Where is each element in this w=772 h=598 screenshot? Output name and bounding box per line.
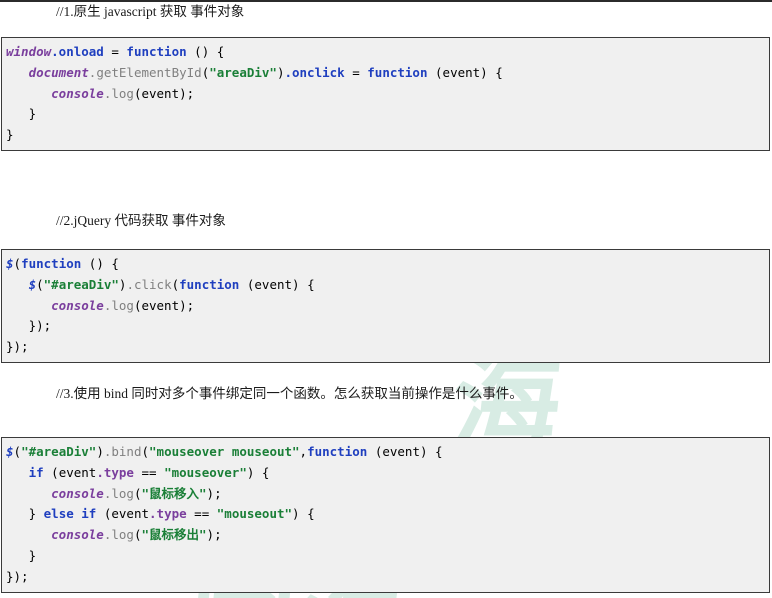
code-line: $(function () { xyxy=(2,254,769,275)
code-token: (event xyxy=(43,464,97,480)
page-top-rule xyxy=(0,0,772,2)
section-comment-2: //2.jQuery 代码获取 事件对象 xyxy=(56,213,226,228)
code-token: = xyxy=(344,64,368,80)
code-line: console.log(event); xyxy=(2,296,769,317)
code-line: } else if (event.type == "mouseout") { xyxy=(2,504,769,525)
code-token: document xyxy=(28,64,89,80)
code-block-native-javascript[interactable]: window.onload = function () { document.g… xyxy=(1,37,770,151)
code-token: "mouseover" xyxy=(164,464,247,480)
code-token: "鼠标移入" xyxy=(141,485,207,501)
code-token: .onload xyxy=(51,44,104,59)
code-token: .bind xyxy=(103,444,142,459)
code-token: ( xyxy=(36,276,44,292)
code-token: (event) { xyxy=(427,64,503,80)
code-token: .onclick xyxy=(284,64,345,80)
code-token: console xyxy=(51,527,104,543)
code-line: console.log(event); xyxy=(2,84,769,105)
code-token: }); xyxy=(6,568,29,584)
code-token: "#areaDiv" xyxy=(21,444,97,459)
section-comment-3: //3.使用 bind 同时对多个事件绑定同一个函数。怎么获取当前操作是什么事件… xyxy=(56,386,523,401)
code-token: .click xyxy=(126,276,172,292)
code-line: $("#areaDiv").click(function (event) { xyxy=(2,275,769,296)
code-token: == xyxy=(133,464,165,480)
code-token: .log xyxy=(103,85,134,101)
code-line: }); xyxy=(2,316,769,337)
code-token: $ xyxy=(6,256,14,271)
code-token: window xyxy=(6,44,52,59)
code-line: }); xyxy=(2,337,769,358)
code-line: document.getElementById("areaDiv").oncli… xyxy=(2,63,769,84)
code-token: ( xyxy=(141,444,150,459)
code-token: console xyxy=(51,485,104,501)
code-token: .log xyxy=(103,485,134,501)
code-token: function xyxy=(367,64,428,80)
code-token: function xyxy=(126,44,187,59)
code-block-jquery-click[interactable]: $(function () { $("#areaDiv").click(func… xyxy=(1,249,770,363)
code-line: console.log("鼠标移出"); xyxy=(2,525,769,546)
code-token: $ xyxy=(6,444,14,459)
code-token: $ xyxy=(28,276,37,292)
code-line: } xyxy=(2,546,769,567)
code-token: ) xyxy=(96,444,104,459)
code-token: else if xyxy=(43,506,97,522)
code-token: "鼠标移出" xyxy=(141,527,207,543)
code-token: console xyxy=(51,85,104,101)
code-token: == xyxy=(186,506,217,522)
code-token: function xyxy=(179,276,240,292)
code-token: function xyxy=(21,256,82,271)
code-token: ); xyxy=(206,527,222,543)
code-block-jquery-bind[interactable]: $("#areaDiv").bind("mouseover mouseout",… xyxy=(1,437,770,593)
code-token: , xyxy=(299,444,308,459)
code-token: () { xyxy=(186,44,225,59)
code-line: }); xyxy=(2,567,769,588)
code-token: } xyxy=(6,506,44,522)
code-token: if xyxy=(28,464,44,480)
code-token: ); xyxy=(206,485,222,501)
section-comment-1: //1.原生 javascript 获取 事件对象 xyxy=(56,4,245,19)
code-token: ( xyxy=(13,256,22,271)
code-line: } xyxy=(2,104,769,125)
code-token: (event) { xyxy=(367,444,443,459)
code-token: } xyxy=(6,547,37,563)
code-token: "areaDiv" xyxy=(209,64,277,80)
code-token: } xyxy=(6,106,37,122)
code-token: ( xyxy=(171,276,180,292)
code-token: console xyxy=(51,297,104,313)
code-token: ( xyxy=(13,444,22,459)
code-line: $("#areaDiv").bind("mouseover mouseout",… xyxy=(2,442,769,463)
code-token: .type xyxy=(96,464,134,480)
code-token: } xyxy=(6,127,14,143)
code-token: .type xyxy=(149,506,187,522)
code-token: "#areaDiv" xyxy=(43,276,119,292)
code-line: if (event.type == "mouseover") { xyxy=(2,463,769,484)
code-token: () { xyxy=(81,256,119,271)
code-line: } xyxy=(2,125,769,146)
code-token: (event xyxy=(96,506,150,522)
code-token: = xyxy=(103,44,127,59)
code-token: ) { xyxy=(292,506,315,522)
code-token: .getElementById xyxy=(88,64,202,80)
code-token: }); xyxy=(6,318,52,334)
code-token: }); xyxy=(6,339,29,355)
code-token: (event); xyxy=(133,297,195,313)
code-token: "mouseout" xyxy=(216,506,293,522)
code-token: (event); xyxy=(133,85,195,101)
code-token: .log xyxy=(103,527,134,543)
code-token: "mouseover mouseout" xyxy=(149,444,300,459)
code-token: function xyxy=(307,444,368,459)
code-line: window.onload = function () { xyxy=(2,42,769,63)
code-token: ) { xyxy=(246,464,270,480)
code-token: (event) { xyxy=(239,276,315,292)
code-token: .log xyxy=(103,297,134,313)
code-line: console.log("鼠标移入"); xyxy=(2,484,769,505)
